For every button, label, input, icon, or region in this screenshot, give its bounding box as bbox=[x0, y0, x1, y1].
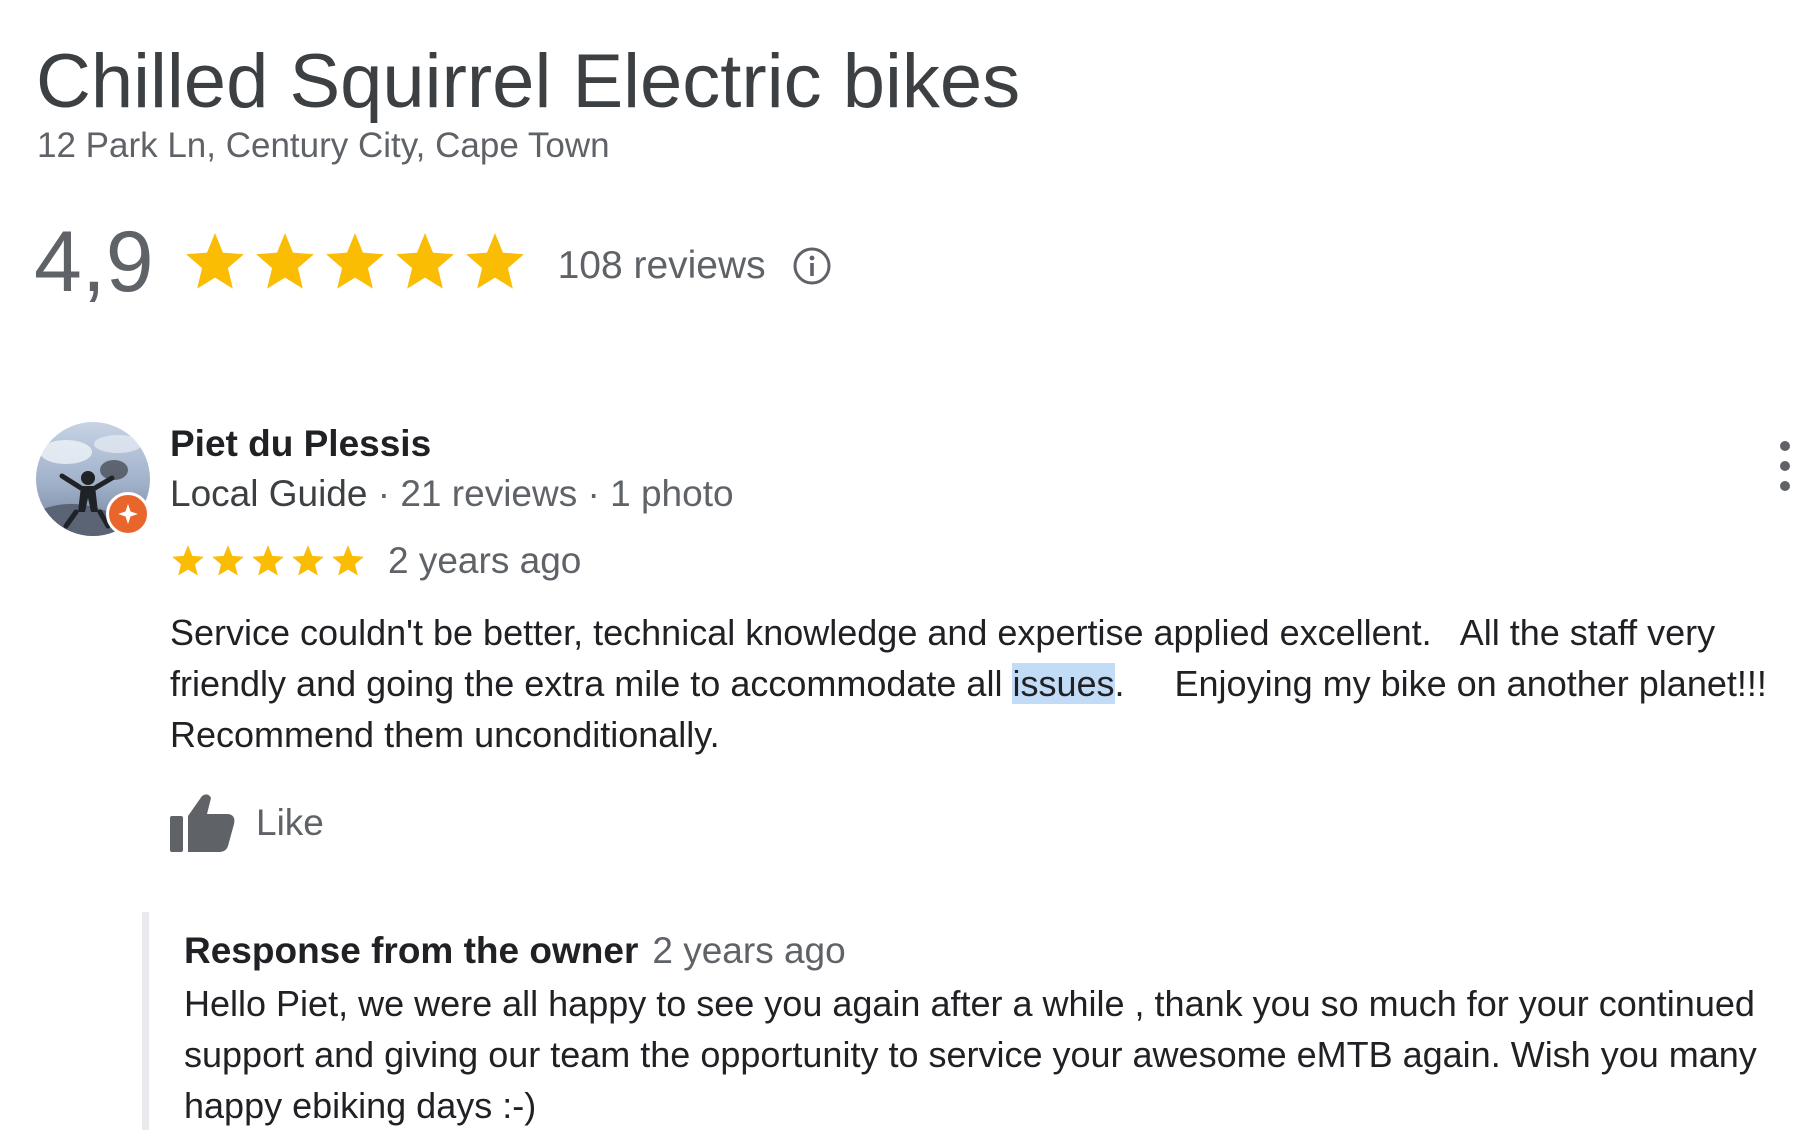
owner-response-text: Hello Piet, we were all happy to see you… bbox=[184, 978, 1804, 1131]
review-date: 2 years ago bbox=[388, 540, 582, 581]
average-rating-stars bbox=[182, 229, 528, 295]
owner-response-title: Response from the owner bbox=[184, 930, 639, 971]
owner-response-divider bbox=[142, 912, 149, 1130]
review-text-line-3: Recommend them unconditionally. bbox=[170, 714, 720, 755]
review-text-line-2-end: . Enjoying my bike on another planet!!! bbox=[1114, 663, 1767, 704]
rating-summary: 4,9 108 reviews bbox=[34, 212, 832, 312]
star-icon bbox=[185, 233, 244, 289]
thumbs-up-icon bbox=[170, 794, 235, 852]
star-icon bbox=[172, 545, 204, 576]
star-icon bbox=[255, 233, 314, 289]
review-stars bbox=[170, 543, 366, 579]
owner-response-line-1: Hello Piet, we were all happy to see you… bbox=[184, 983, 1755, 1024]
business-name: Chilled Squirrel Electric bikes bbox=[36, 39, 1021, 124]
star-icon bbox=[395, 233, 454, 289]
star-icon bbox=[465, 233, 524, 289]
meta-separator: · bbox=[377, 473, 391, 514]
star-icon bbox=[292, 545, 324, 576]
reviewer-badge-label: Local Guide bbox=[170, 473, 368, 514]
average-rating: 4,9 bbox=[34, 214, 154, 310]
review-rating-row: 2 years ago bbox=[170, 538, 581, 584]
review-text-line-2: friendly and going the extra mile to acc… bbox=[170, 658, 1810, 709]
reviewer-review-count: 21 reviews bbox=[400, 473, 578, 514]
reviewer-meta: Local Guide · 21 reviews · 1 photo bbox=[170, 471, 734, 517]
owner-response-header: Response from the owner 2 years ago bbox=[184, 930, 846, 976]
star-icon bbox=[325, 233, 384, 289]
reviewer-name[interactable]: Piet du Plessis bbox=[170, 422, 431, 466]
owner-response-date: 2 years ago bbox=[652, 930, 846, 971]
star-icon bbox=[252, 545, 284, 576]
meta-separator: · bbox=[587, 473, 600, 514]
reviewer-photo-count: 1 photo bbox=[610, 473, 734, 514]
star-icon bbox=[332, 545, 364, 576]
star-icon bbox=[212, 545, 244, 576]
review-text-line-1: Service couldn't be better, technical kn… bbox=[170, 612, 1716, 653]
owner-response-line-2: support and giving our team the opportun… bbox=[184, 1034, 1757, 1075]
owner-response-line-3: happy ebiking days :-) bbox=[184, 1085, 537, 1126]
highlighted-text: issues bbox=[1012, 663, 1115, 704]
more-vertical-icon[interactable] bbox=[1772, 438, 1798, 494]
review-count[interactable]: 108 reviews bbox=[558, 244, 766, 288]
local-guide-badge-icon bbox=[106, 492, 150, 536]
like-button[interactable]: Like bbox=[170, 790, 324, 856]
info-icon[interactable] bbox=[792, 246, 832, 286]
like-label: Like bbox=[256, 802, 324, 843]
review-text-line-2-start: friendly and going the extra mile to acc… bbox=[170, 663, 1013, 704]
review-text: Service couldn't be better, technical kn… bbox=[170, 607, 1810, 760]
business-address: 12 Park Ln, Century City, Cape Town bbox=[37, 126, 610, 165]
